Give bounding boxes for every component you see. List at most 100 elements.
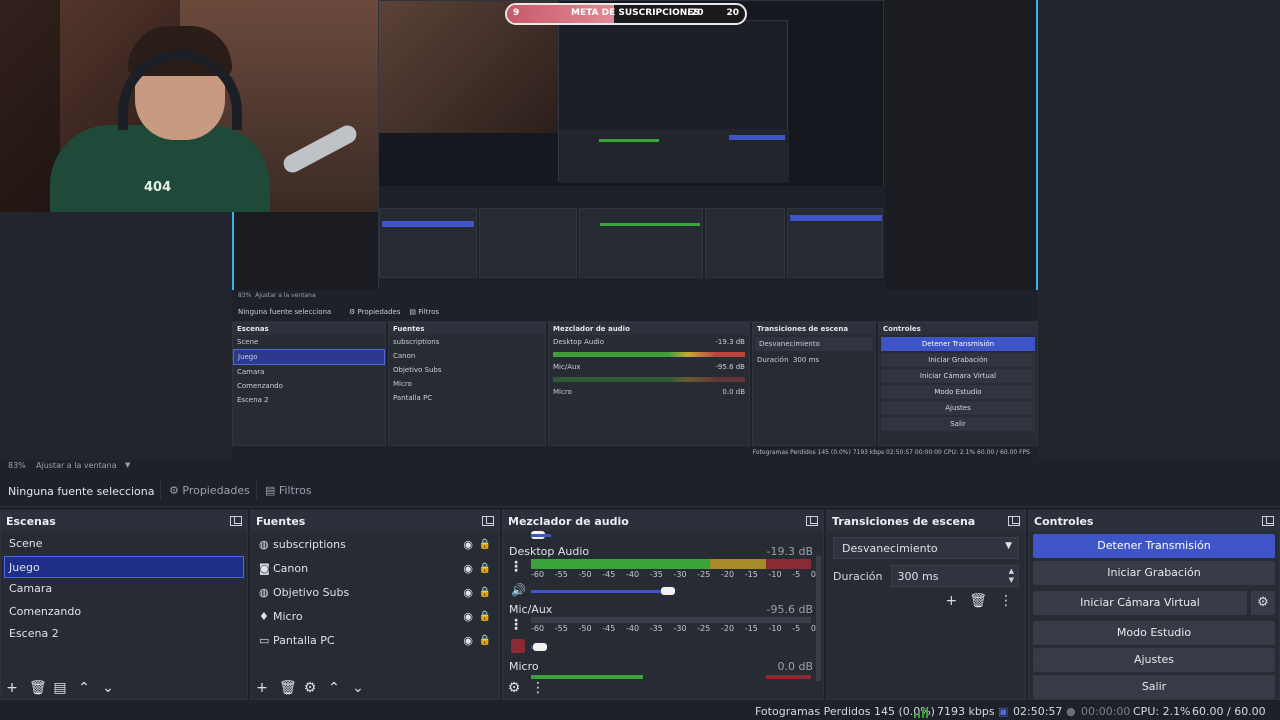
undock-icon[interactable] [1262,516,1274,526]
scenes-toolbar: + 🗑 ▤ ⌃ ⌄ [5,681,115,695]
chevron-up-icon[interactable]: ⌃ [327,681,341,695]
eye-icon[interactable]: ◉ [463,533,473,557]
mirror-scenes: Escenas Scene Juego Camara Comenzando Es… [232,322,386,446]
start-recording-button[interactable]: Iniciar Grabación [1033,561,1275,585]
duration-input[interactable]: 300 ms ▲ ▼ [890,565,1019,587]
source-item[interactable]: ◍ Objetivo Subs ◉ 🔒 [251,581,499,605]
filters-tab[interactable]: ▤ Filtros [256,481,320,501]
filter-icon[interactable]: ▤ [53,681,67,695]
level-meter [531,559,811,569]
source-item[interactable]: ♦ Micro ◉ 🔒 [251,605,499,629]
source-item[interactable]: ▭ Pantalla PC ◉ 🔒 [251,629,499,653]
undock-icon[interactable] [482,516,494,526]
microphone-icon: ♦ [259,610,269,623]
controls-title: Controles [1034,514,1094,528]
lock-icon[interactable]: 🔒 [479,629,491,653]
mixer-toolbar: ⚙ ⋮ [507,681,545,695]
mirror-controls: Controles Detener Transmisión Iniciar Gr… [878,322,1038,446]
lock-icon[interactable]: 🔒 [479,605,491,629]
volume-slider[interactable] [531,590,669,593]
volume-slider-knob[interactable] [661,587,675,595]
add-icon[interactable]: + [945,593,957,609]
chevron-down-icon[interactable]: ▼ [125,461,130,469]
scenes-dock: Escenas Scene Juego Camara Comenzando Es… [0,510,248,700]
settings-icon[interactable]: ⚙ [507,681,521,695]
bitrate: 7193 kbps [937,705,995,718]
undock-icon[interactable] [1008,516,1020,526]
scene-item[interactable]: Scene [1,533,247,556]
volume-slider-knob[interactable] [533,643,547,651]
scene-item[interactable]: Escena 2 [1,623,247,646]
goal-current: 9 [513,8,520,18]
signal-icon [914,714,916,718]
channel-name: Desktop Audio [509,545,590,558]
eye-icon[interactable]: ◉ [463,605,473,629]
channel-db: -19.3 dB [766,545,814,558]
kebab-menu-icon[interactable]: ⋮ [999,593,1013,609]
channel-name: Micro [509,660,539,673]
camera-icon: ◙ [259,562,270,575]
exit-button[interactable]: Salir [1033,675,1275,699]
kebab-menu-icon[interactable]: ⋮ [509,617,523,633]
preview-area[interactable]: 404 9 META DE SUSCRIPCIONES 20 20 83% Aj… [0,0,1280,460]
chevron-up-icon[interactable]: ⌃ [77,681,91,695]
undock-icon[interactable] [806,516,818,526]
dropped-frames: Fotogramas Perdidos 145 (0.0%) [755,705,935,718]
chevron-down-icon[interactable]: ⌄ [351,681,365,695]
settings-button[interactable]: Ajustes [1033,648,1275,672]
gear-icon[interactable]: ⚙ [1251,591,1275,615]
add-icon[interactable]: + [5,681,19,695]
mirror-transitions: Transiciones de escena Desvanecimiento D… [752,322,876,446]
sources-dock: Fuentes ◍ subscriptions ◉ 🔒 ◙ Canon ◉ 🔒 ◍ Obj… [250,510,500,700]
source-item[interactable]: ◍ subscriptions ◉ 🔒 [251,533,499,557]
scene-item-selected[interactable]: Juego [4,555,244,578]
properties-bar: Ninguna fuente selecciona ⚙ Propiedades … [0,475,1280,507]
eye-icon[interactable]: ◉ [463,629,473,653]
kebab-menu-icon[interactable]: ⋮ [509,559,523,575]
record-icon: ● [1066,705,1076,718]
level-meter [531,675,811,679]
lock-icon[interactable]: 🔒 [479,533,491,557]
subscription-goal-bar: 9 META DE SUSCRIPCIONES 20 20 [505,3,747,25]
zoom-level: 83% [8,461,26,470]
cpu-usage: CPU: 2.1% [1133,705,1191,718]
trash-icon[interactable]: 🗑 [279,681,297,695]
trash-icon[interactable]: 🗑 [969,593,987,609]
mirror-mixer: Mezclador de audio Desktop Audio -19.3 dB… [548,322,750,446]
properties-tab[interactable]: ⚙ Propiedades [160,481,258,501]
nested-preview-inner [558,20,789,183]
kebab-menu-icon[interactable]: ⋮ [531,681,545,695]
studio-mode-button[interactable]: Modo Estudio [1033,621,1275,645]
source-item[interactable]: ◙ Canon ◉ 🔒 [251,557,499,581]
scene-item[interactable]: Camara [1,578,247,601]
undock-icon[interactable] [230,516,242,526]
channel-db: 0.0 dB [777,660,813,673]
channel-name: Mic/Aux [509,603,553,616]
chevron-down-icon: ▼ [1005,541,1012,551]
lock-icon[interactable]: 🔒 [479,557,491,581]
mixer-scrollbar[interactable] [816,555,821,681]
meter-ticks: -60 -55 -50 -45 -40 -35 -30 -25 -20 -15 -10 -5 0 [531,570,816,579]
gear-icon[interactable]: ⚙ [303,681,317,695]
speaker-icon[interactable]: 🔊 [511,583,526,597]
eye-icon[interactable]: ◉ [463,557,473,581]
trash-icon[interactable]: 🗑 [29,681,47,695]
shirt-logo: 404 [144,180,172,195]
stop-stream-button[interactable]: Detener Transmisión [1033,534,1275,558]
eye-icon[interactable]: ◉ [463,581,473,605]
transitions-title: Transiciones de escena [832,514,976,528]
chevron-down-icon[interactable]: ⌄ [101,681,115,695]
mirror-sources: Fuentes subscriptions Canon Objetivo Sub… [388,322,546,446]
lock-icon[interactable]: 🔒 [479,581,491,605]
start-virtual-camera-button[interactable]: Iniciar Cámara Virtual [1033,591,1247,615]
stepper-icon[interactable]: ▲ ▼ [1009,567,1014,585]
no-source-selected: Ninguna fuente selecciona [8,485,155,498]
preview-ui-mirror: 83% Ajustar a la ventana Ninguna fuente … [232,290,1038,460]
zoom-fit-dropdown[interactable]: Ajustar a la ventana [36,461,117,470]
transitions-dock: Transiciones de escena Desvanecimiento ▼… [826,510,1026,700]
nested-mini-ui [379,186,885,291]
mute-button[interactable] [511,639,525,653]
transition-select[interactable]: Desvanecimiento ▼ [833,537,1019,559]
scene-item[interactable]: Comenzando [1,601,247,624]
add-icon[interactable]: + [255,681,269,695]
